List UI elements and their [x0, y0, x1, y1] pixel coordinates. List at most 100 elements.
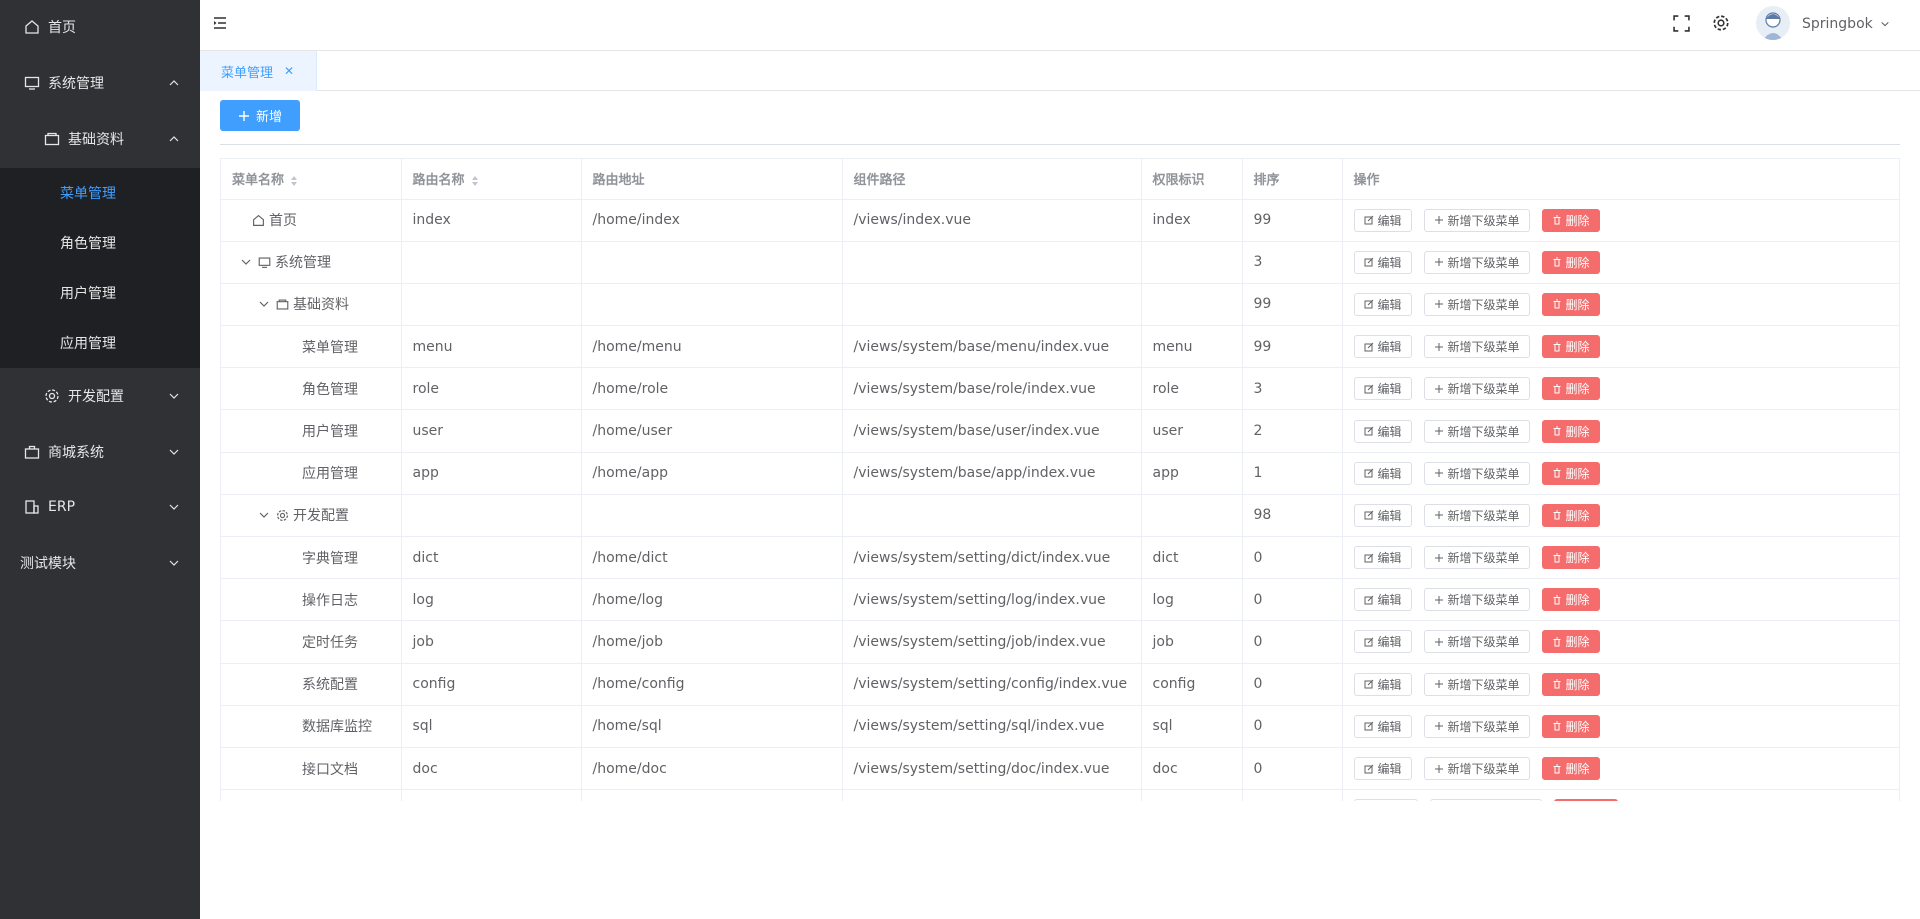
plus-icon — [1434, 216, 1443, 225]
table-row: 接口文档 doc/home/doc/views/system/setting/do… — [221, 747, 1899, 791]
edit-button[interactable]: 编辑 — [1353, 672, 1412, 696]
close-icon[interactable]: ✕ — [284, 64, 294, 78]
delete-button[interactable]: 删除 — [1541, 503, 1600, 527]
sort-icon[interactable] — [471, 175, 479, 187]
trash-icon — [1553, 595, 1561, 605]
edit-icon — [1364, 553, 1373, 563]
sort-icon[interactable] — [290, 175, 298, 187]
add-child-button[interactable]: 新增下级菜单 — [1423, 672, 1530, 696]
edit-button[interactable]: 编辑 — [1353, 546, 1412, 570]
add-button[interactable]: 新增 — [220, 100, 300, 131]
edit-button[interactable]: 编辑 — [1353, 503, 1412, 527]
cell-permission: doc — [1141, 747, 1243, 791]
edit-button[interactable]: 编辑 — [1353, 714, 1412, 738]
fullscreen-icon[interactable] — [1673, 15, 1690, 32]
delete-button[interactable]: 删除 — [1541, 335, 1600, 359]
avatar[interactable] — [1756, 6, 1790, 40]
cell-component-path: /views/system/base/role/index.vue — [842, 367, 1142, 411]
username[interactable]: Springbok — [1802, 16, 1873, 32]
plus-icon — [1434, 342, 1443, 351]
edit-button[interactable]: 编辑 — [1353, 419, 1412, 443]
delete-button[interactable]: 删除 — [1541, 377, 1600, 401]
cell-route-path: /home/app — [581, 452, 843, 495]
delete-button[interactable]: 删除 — [1541, 546, 1600, 570]
add-child-button[interactable]: 新增下级菜单 — [1423, 630, 1530, 654]
cell-route-path: /home/sql — [581, 705, 843, 748]
add-child-button[interactable]: 新增下级菜单 — [1423, 377, 1530, 401]
table-row: 菜单管理 menu/home/menu/views/system/base/men… — [221, 325, 1899, 369]
sidebar-item-user[interactable]: 用户管理 — [0, 268, 200, 318]
cell-component-path: /views/system/setting/dict/index.vue — [842, 536, 1142, 580]
chevron-down-icon[interactable] — [1880, 19, 1890, 29]
tab-menu-management[interactable]: 菜单管理 ✕ — [200, 51, 317, 91]
edit-button[interactable]: 编辑 — [1353, 250, 1412, 274]
plus-icon — [1434, 680, 1443, 689]
sidebar-item-dev-config[interactable]: 开发配置 — [0, 371, 200, 421]
trash-icon — [1553, 342, 1561, 352]
column-header[interactable]: 路由名称 — [401, 159, 582, 200]
expand-arrow-icon[interactable] — [240, 256, 252, 268]
sidebar-item-label: 角色管理 — [60, 236, 116, 252]
delete-button[interactable]: 删除 — [1541, 714, 1600, 738]
column-header[interactable]: 菜单名称 — [221, 159, 402, 200]
delete-button[interactable]: 删除 — [1541, 419, 1600, 443]
sidebar-item-app[interactable]: 应用管理 — [0, 318, 200, 368]
add-child-button[interactable]: 新增下级菜单 — [1423, 588, 1530, 612]
expand-arrow-icon[interactable] — [258, 509, 270, 521]
delete-button[interactable]: 删除 — [1541, 292, 1600, 316]
cell-actions: 编辑 新增下级菜单 删除 — [1342, 578, 1899, 622]
sidebar-item-erp[interactable]: ERP — [0, 482, 200, 532]
sidebar-item-mall[interactable]: 商城系统 — [0, 427, 200, 477]
add-child-button[interactable]: 新增下级菜单 — [1423, 250, 1530, 274]
edit-button[interactable]: 编辑 — [1353, 588, 1412, 612]
delete-button[interactable]: 删除 — [1541, 630, 1600, 654]
edit-button[interactable]: 编辑 — [1353, 377, 1412, 401]
cell-component-path: /views/system/setting/log/index.vue — [842, 578, 1142, 622]
sidebar-item-home[interactable]: 首页 — [0, 2, 200, 52]
sidebar-item-menu[interactable]: 菜单管理 — [0, 168, 200, 218]
edit-button[interactable]: 编辑 — [1353, 208, 1412, 232]
add-child-button[interactable]: 新增下级菜单 — [1423, 419, 1530, 443]
edit-icon — [1364, 637, 1373, 647]
delete-button[interactable]: 删除 — [1541, 588, 1600, 612]
cell-actions: 编辑 新增下级菜单 删除 — [1342, 325, 1899, 369]
edit-icon — [1364, 426, 1373, 436]
add-child-button[interactable]: 新增下级菜单 — [1423, 714, 1530, 738]
add-button-label: 新增 — [255, 110, 282, 125]
add-child-button[interactable]: 新增下级菜单 — [1423, 292, 1530, 316]
cell-actions: 编辑 新增下级菜单 删除 — [1342, 705, 1899, 748]
delete-button[interactable]: 删除 — [1541, 208, 1600, 232]
settings-gear-icon[interactable] — [1712, 14, 1730, 32]
add-child-button[interactable]: 新增下级菜单 — [1423, 757, 1530, 781]
edit-button[interactable]: 编辑 — [1353, 335, 1412, 359]
menu-collapse-icon[interactable] — [212, 15, 228, 31]
edit-button[interactable]: 编辑 — [1353, 461, 1412, 485]
building-icon — [25, 500, 39, 514]
table-row: 基础资料 99 编辑 新增下级菜单 删除 — [221, 283, 1899, 327]
add-child-button[interactable]: 新增下级菜单 — [1423, 208, 1530, 232]
add-child-button[interactable]: 新增下级菜单 — [1423, 503, 1530, 527]
edit-button[interactable]: 编辑 — [1353, 292, 1412, 316]
delete-button[interactable]: 删除 — [1541, 672, 1600, 696]
trash-icon — [1553, 764, 1561, 774]
cell-actions: 编辑 新增下级菜单 删除 — [1342, 283, 1899, 327]
sidebar-item-system[interactable]: 系统管理 — [0, 58, 200, 108]
add-child-button[interactable]: 新增下级菜单 — [1423, 335, 1530, 359]
expand-arrow-icon[interactable] — [258, 298, 270, 310]
plus-icon — [1434, 469, 1443, 478]
add-child-button[interactable]: 新增下级菜单 — [1423, 546, 1530, 570]
delete-button[interactable]: 删除 — [1541, 757, 1600, 781]
cell-permission: user — [1141, 409, 1243, 453]
edit-button[interactable]: 编辑 — [1353, 630, 1412, 654]
sidebar-item-base[interactable]: 基础资料 — [0, 114, 200, 164]
column-header: 权限标识 — [1141, 159, 1243, 200]
sidebar-item-test[interactable]: 测试模块 — [0, 538, 200, 588]
cell-menu-name: 基础资料 — [221, 283, 402, 327]
trash-icon — [1553, 299, 1561, 309]
sidebar-item-role[interactable]: 角色管理 — [0, 218, 200, 268]
gear-icon — [277, 509, 288, 521]
edit-button[interactable]: 编辑 — [1353, 757, 1412, 781]
delete-button[interactable]: 删除 — [1541, 461, 1600, 485]
delete-button[interactable]: 删除 — [1541, 250, 1600, 274]
add-child-button[interactable]: 新增下级菜单 — [1423, 461, 1530, 485]
